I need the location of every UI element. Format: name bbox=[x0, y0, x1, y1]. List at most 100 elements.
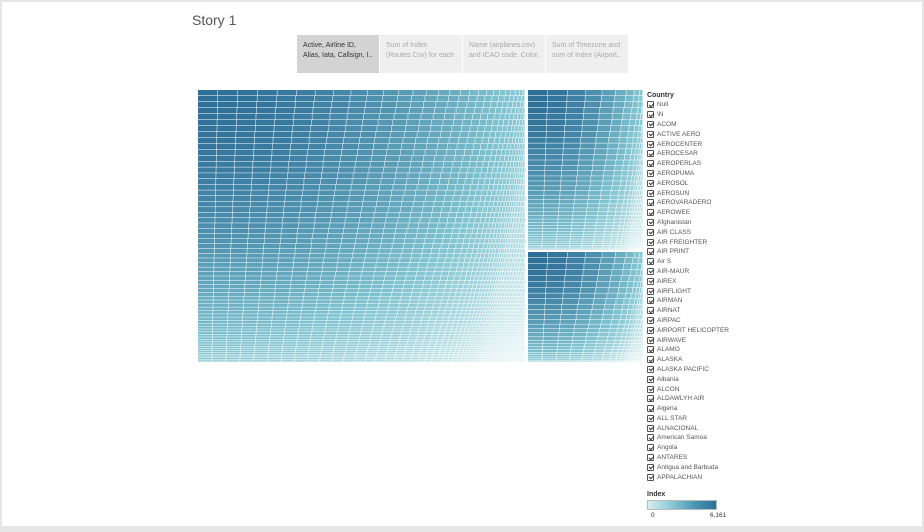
treemap-cell[interactable] bbox=[510, 280, 512, 285]
treemap-cell[interactable] bbox=[638, 359, 640, 361]
treemap-cell[interactable] bbox=[492, 346, 494, 349]
treemap-cell[interactable] bbox=[506, 350, 508, 353]
treemap-cell[interactable] bbox=[453, 320, 459, 324]
treemap-cell[interactable] bbox=[294, 113, 312, 120]
treemap-cell[interactable] bbox=[320, 280, 334, 285]
treemap-cell[interactable] bbox=[289, 292, 304, 296]
treemap-cell[interactable] bbox=[217, 113, 237, 120]
treemap-cell[interactable] bbox=[482, 339, 485, 342]
treemap-cell[interactable] bbox=[335, 339, 348, 342]
treemap-cell[interactable] bbox=[478, 90, 486, 96]
treemap-cell[interactable] bbox=[637, 107, 642, 114]
treemap-cell[interactable] bbox=[215, 184, 234, 190]
treemap-cell[interactable] bbox=[461, 161, 470, 167]
treemap-cell[interactable] bbox=[461, 195, 468, 202]
treemap-cell[interactable] bbox=[569, 243, 582, 245]
treemap-cell[interactable] bbox=[404, 190, 416, 196]
treemap-cell[interactable] bbox=[485, 300, 488, 304]
treemap-cell[interactable] bbox=[513, 267, 515, 272]
treemap-cell[interactable] bbox=[410, 161, 423, 167]
treemap-cell[interactable] bbox=[395, 173, 408, 179]
treemap-cell[interactable] bbox=[476, 131, 484, 138]
treemap-cell[interactable] bbox=[243, 300, 259, 304]
treemap-cell[interactable] bbox=[359, 339, 370, 342]
treemap-cell[interactable] bbox=[484, 326, 486, 329]
treemap-cell[interactable] bbox=[495, 350, 497, 353]
treemap-cell[interactable] bbox=[349, 271, 362, 276]
treemap-cell[interactable] bbox=[337, 329, 350, 332]
treemap-cell[interactable] bbox=[507, 326, 509, 329]
treemap-cell[interactable] bbox=[512, 119, 516, 126]
legend-item[interactable]: AIRNAT bbox=[647, 306, 747, 316]
treemap-cell[interactable] bbox=[497, 184, 502, 190]
treemap-cell[interactable] bbox=[499, 314, 501, 317]
treemap-cell[interactable] bbox=[271, 323, 286, 326]
treemap-cell[interactable] bbox=[237, 90, 258, 96]
treemap-cell[interactable] bbox=[487, 190, 492, 196]
treemap-cell[interactable] bbox=[508, 320, 511, 324]
treemap-cell[interactable] bbox=[492, 284, 495, 289]
treemap-cell[interactable] bbox=[469, 339, 473, 342]
treemap-cell[interactable] bbox=[615, 247, 620, 249]
treemap-cell[interactable] bbox=[609, 247, 616, 249]
treemap-cell[interactable] bbox=[630, 225, 632, 229]
treemap-cell[interactable] bbox=[483, 300, 486, 304]
treemap-cell[interactable] bbox=[486, 248, 490, 253]
treemap-cell[interactable] bbox=[301, 310, 315, 314]
treemap-cell[interactable] bbox=[304, 288, 319, 293]
treemap-cell[interactable] bbox=[198, 352, 212, 354]
treemap-cell[interactable] bbox=[635, 204, 637, 208]
legend-item[interactable]: ACOM bbox=[647, 120, 747, 130]
treemap-cell[interactable] bbox=[474, 262, 478, 267]
treemap-cell[interactable] bbox=[624, 359, 627, 361]
treemap-cell[interactable] bbox=[518, 354, 520, 356]
treemap-cell[interactable] bbox=[484, 339, 487, 342]
treemap-cell[interactable] bbox=[229, 292, 244, 296]
treemap-cell[interactable] bbox=[556, 243, 570, 245]
treemap-cell[interactable] bbox=[633, 137, 637, 143]
treemap-cell[interactable] bbox=[483, 184, 489, 190]
treemap-cell[interactable] bbox=[619, 222, 625, 226]
treemap-cell[interactable] bbox=[499, 352, 501, 354]
treemap-cell[interactable] bbox=[517, 337, 519, 340]
treemap-cell[interactable] bbox=[336, 178, 352, 185]
treemap-cell[interactable] bbox=[406, 314, 415, 317]
treemap-cell[interactable] bbox=[520, 223, 522, 228]
treemap-cell[interactable] bbox=[511, 344, 513, 346]
treemap-cell[interactable] bbox=[544, 190, 560, 195]
treemap-cell[interactable] bbox=[227, 323, 242, 326]
treemap-cell[interactable] bbox=[445, 284, 452, 289]
treemap-cell[interactable] bbox=[361, 125, 377, 132]
treemap-cell[interactable] bbox=[507, 358, 509, 360]
checkbox-checked-icon[interactable] bbox=[647, 365, 654, 373]
treemap-cell[interactable] bbox=[413, 284, 422, 289]
treemap-cell[interactable] bbox=[517, 348, 520, 351]
treemap-cell[interactable] bbox=[595, 287, 608, 293]
treemap-cell[interactable] bbox=[516, 296, 518, 300]
treemap-cell[interactable] bbox=[491, 173, 496, 179]
treemap-cell[interactable] bbox=[406, 346, 414, 349]
treemap-cell[interactable] bbox=[301, 314, 315, 317]
treemap-cell[interactable] bbox=[198, 339, 212, 342]
treemap-cell[interactable] bbox=[569, 357, 582, 359]
checkbox-checked-icon[interactable] bbox=[647, 228, 654, 236]
treemap-cell[interactable] bbox=[522, 243, 524, 249]
treemap-cell[interactable] bbox=[480, 339, 483, 342]
treemap-cell[interactable] bbox=[471, 271, 476, 276]
treemap-cell[interactable] bbox=[633, 236, 635, 239]
treemap-cell[interactable] bbox=[629, 241, 631, 244]
treemap-cell[interactable] bbox=[642, 332, 643, 337]
treemap-cell[interactable] bbox=[593, 239, 603, 241]
treemap-cell[interactable] bbox=[641, 195, 643, 200]
treemap-cell[interactable] bbox=[245, 276, 261, 280]
treemap-cell[interactable] bbox=[492, 361, 494, 362]
treemap-cell[interactable] bbox=[432, 276, 441, 280]
treemap-cell[interactable] bbox=[377, 258, 389, 263]
treemap-cell[interactable] bbox=[282, 352, 295, 354]
treemap-cell[interactable] bbox=[408, 267, 418, 272]
treemap-cell[interactable] bbox=[436, 262, 444, 267]
treemap-cell[interactable] bbox=[494, 314, 496, 317]
treemap-cell[interactable] bbox=[520, 303, 523, 307]
treemap-cell[interactable] bbox=[501, 303, 503, 307]
treemap-cell[interactable] bbox=[494, 307, 496, 311]
